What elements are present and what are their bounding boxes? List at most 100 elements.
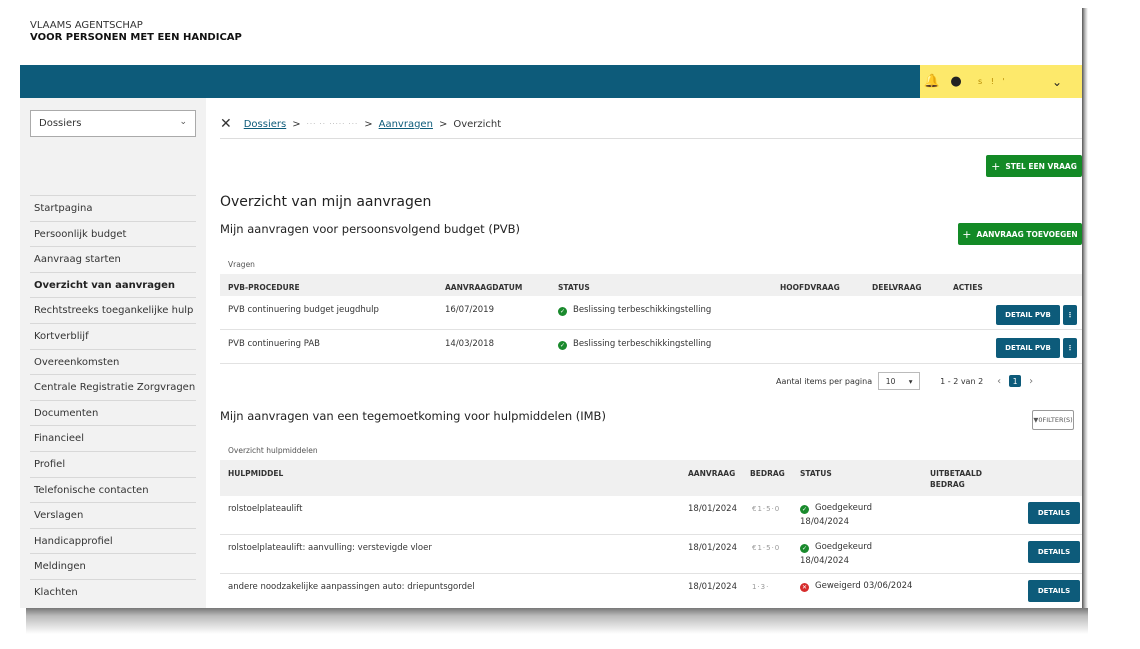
sidebar-item-startpagina[interactable]: Startpagina [30, 195, 196, 221]
imb-status-date: 18/04/2024 [800, 556, 849, 566]
breadcrumb-dossier-name: ··· ·· ····· ··· [306, 120, 359, 128]
col-procedure: PVB-PROCEDURE [228, 283, 300, 292]
sidebar-item-centrale-registratie[interactable]: Centrale Registratie Zorgvragen [30, 374, 196, 400]
sidebar-item-rechtstreeks[interactable]: Rechtstreeks toegankelijke hulp [30, 297, 196, 323]
sidebar-item-overzicht-aanvragen[interactable]: Overzicht van aanvragen [30, 271, 196, 298]
details-button[interactable]: DETAILS [1028, 580, 1080, 602]
imb-status: ✕ Geweigerd 03/06/2024 [800, 581, 912, 592]
imb-bedrag: €1·5·0 [752, 544, 781, 552]
imb-status-text: Goedgekeurd [815, 542, 873, 552]
breadcrumb-sep: > [364, 118, 373, 130]
pvb-caption: Vragen [228, 260, 255, 269]
chevron-down-icon[interactable]: ⌄ [1052, 75, 1062, 89]
username: s ! ' [978, 77, 1008, 86]
agency-logo[interactable]: VLAAMS AGENTSCHAP VOOR PERSONEN MET EEN … [30, 20, 242, 44]
table-row: PVB continuering budget jeugdhulp 16/07/… [220, 296, 1083, 330]
page-title: Overzicht van mijn aanvragen [220, 194, 432, 210]
sidebar-item-kortverblijf[interactable]: Kortverblijf [30, 322, 196, 349]
window-shadow [26, 608, 1088, 634]
bell-icon[interactable]: 🔔 [920, 74, 944, 89]
sidebar-item-financieel[interactable]: Financieel [30, 425, 196, 451]
page-range: 1 - 2 van 2 [940, 376, 984, 386]
imb-hulpmiddel: rolstoelplateaulift: aanvulling: verstev… [228, 543, 432, 553]
imb-aanvraag: 18/01/2024 [688, 543, 737, 553]
filter-button[interactable]: ▼ 0FILTER(S) [1032, 410, 1074, 430]
sidebar-item-overeenkomsten[interactable]: Overeenkomsten [30, 348, 196, 375]
breadcrumb-current: Overzicht [453, 118, 502, 130]
dossier-select[interactable]: Dossiers ⌄ [30, 110, 196, 137]
table-row: PVB continuering PAB 14/03/2018 ✓ Besliss… [220, 330, 1083, 364]
sidebar-item-klachten[interactable]: Klachten [30, 578, 196, 605]
table-row: andere noodzakelijke aanpassingen auto: … [220, 574, 1083, 608]
close-icon[interactable]: ✕ [220, 116, 232, 132]
per-page-label: Aantal items per pagina [776, 376, 873, 386]
sidebar: Dossiers ⌄ Startpagina Persoonlijk budge… [20, 98, 206, 608]
top-bar: 🔔 ● s ! ' ⌄ [20, 65, 1083, 98]
sidebar-item-handicapprofiel[interactable]: Handicapprofiel [30, 527, 196, 554]
prev-page-icon[interactable]: ‹ [997, 376, 1001, 387]
user-menu[interactable]: 🔔 ● s ! ' ⌄ [920, 65, 1083, 98]
detail-pvb-button[interactable]: DETAIL PVB [996, 305, 1060, 325]
imb-table-header: HULPMIDDEL AANVRAAG BEDRAG STATUS UITBET… [220, 460, 1083, 496]
pvb-table-header: PVB-PROCEDURE AANVRAAGDATUM STATUS HOOFD… [220, 274, 1083, 296]
pvb-status-text: Beslissing terbeschikkingstelling [573, 339, 712, 349]
imb-status: ✓ Goedgekeurd [800, 503, 872, 514]
details-button[interactable]: DETAILS [1028, 541, 1080, 563]
imb-bedrag: €1·5·0 [752, 505, 781, 513]
sidebar-item-aanvraag-starten[interactable]: Aanvraag starten [30, 246, 196, 272]
aanvraag-toevoegen-button[interactable]: + AANVRAAG TOEVOEGEN [958, 223, 1082, 245]
per-page-select[interactable]: 10 ▾ [878, 372, 921, 390]
filter-label: 0FILTER(S) [1038, 416, 1073, 424]
imb-status-text: Goedgekeurd [815, 503, 873, 513]
details-button[interactable]: DETAILS [1028, 502, 1080, 524]
per-page-value: 10 [885, 376, 896, 386]
check-circle-icon: ✓ [558, 341, 567, 350]
pvb-heading: Mijn aanvragen voor persoonsvolgend budg… [220, 222, 520, 236]
breadcrumb-aanvragen[interactable]: Aanvragen [379, 119, 433, 130]
check-circle-icon: ✓ [558, 307, 567, 316]
breadcrumb: ✕ Dossiers > ··· ·· ····· ··· > Aanvrage… [220, 116, 501, 132]
page-1-button[interactable]: 1 [1009, 375, 1022, 387]
sidebar-item-telefonische-contacten[interactable]: Telefonische contacten [30, 476, 196, 503]
table-row: rolstoelplateaulift 18/01/2024 €1·5·0 ✓ G… [220, 496, 1083, 535]
col-deelvraag: DEELVRAAG [872, 283, 922, 292]
table-row: rolstoelplateaulift: aanvulling: verstev… [220, 535, 1083, 574]
imb-aanvraag: 18/01/2024 [688, 582, 737, 592]
stel-een-vraag-button[interactable]: + STEL EEN VRAAG [986, 155, 1082, 177]
col-acties: ACTIES [953, 283, 983, 292]
pvb-status: ✓ Beslissing terbeschikkingstelling [558, 339, 711, 350]
sidebar-item-profiel[interactable]: Profiel [30, 450, 196, 477]
breadcrumb-sep: > [438, 118, 448, 130]
imb-status-date: 18/04/2024 [800, 517, 849, 527]
pvb-status-text: Beslissing terbeschikkingstelling [573, 305, 712, 315]
pvb-datum: 16/07/2019 [445, 305, 494, 315]
x-circle-icon: ✕ [800, 583, 809, 592]
divider [220, 138, 1083, 139]
col-bedrag: BEDRAG [750, 469, 785, 478]
sidebar-item-documenten[interactable]: Documenten [30, 399, 196, 426]
plus-icon: + [991, 159, 1001, 173]
check-circle-icon: ✓ [800, 544, 809, 553]
more-actions-icon[interactable]: ⋮ [1063, 305, 1077, 325]
col-aanvraag: AANVRAAG [688, 469, 736, 478]
more-actions-icon[interactable]: ⋮ [1063, 338, 1077, 358]
imb-status: ✓ Goedgekeurd [800, 542, 872, 553]
stel-een-vraag-label: STEL EEN VRAAG [1005, 161, 1077, 171]
col-status: STATUS [800, 469, 832, 478]
agency-line2: VOOR PERSONEN MET EEN HANDICAP [30, 32, 242, 43]
col-status: STATUS [558, 283, 590, 292]
detail-pvb-button[interactable]: DETAIL PVB [996, 338, 1060, 358]
breadcrumb-dossiers[interactable]: Dossiers [244, 119, 287, 130]
sidebar-item-verslagen[interactable]: Verslagen [30, 502, 196, 528]
col-uitbetaald: UITBETAALD [930, 469, 982, 478]
sidebar-nav: Startpagina Persoonlijk budget Aanvraag … [30, 195, 196, 605]
col-hulpmiddel: HULPMIDDEL [228, 469, 284, 478]
sidebar-item-persoonlijk-budget[interactable]: Persoonlijk budget [30, 220, 196, 247]
check-circle-icon: ✓ [800, 505, 809, 514]
pvb-status: ✓ Beslissing terbeschikkingstelling [558, 305, 711, 316]
sidebar-item-meldingen[interactable]: Meldingen [30, 553, 196, 579]
pvb-procedure: PVB continuering PAB [228, 339, 321, 349]
next-page-icon[interactable]: › [1029, 376, 1033, 387]
imb-caption: Overzicht hulpmiddelen [228, 446, 318, 455]
imb-hulpmiddel: andere noodzakelijke aanpassingen auto: … [228, 582, 475, 592]
